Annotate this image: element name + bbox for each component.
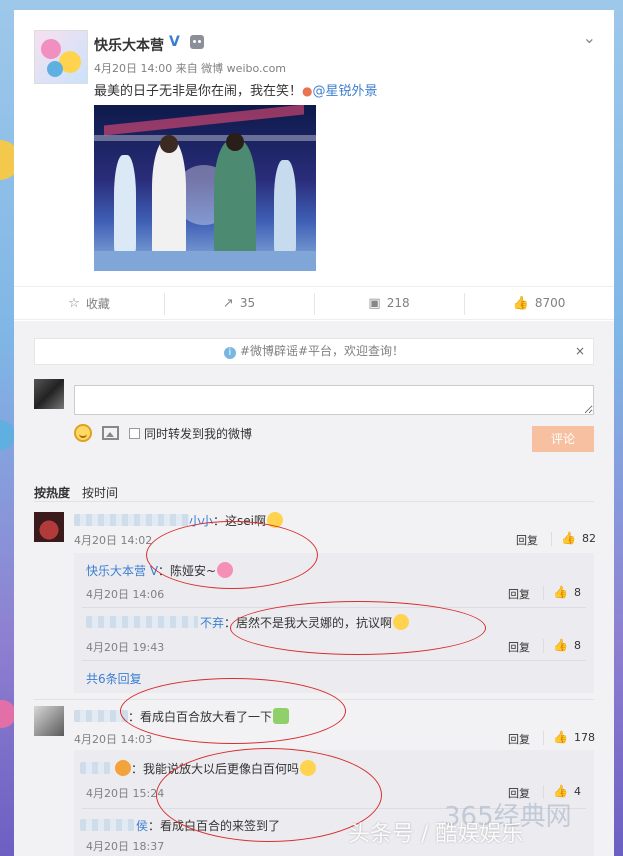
avatar <box>34 379 64 409</box>
more-replies-link[interactable]: 共6条回复 <box>86 670 142 687</box>
divider <box>82 660 586 661</box>
notice-text[interactable]: #微博辟谣#平台，欢迎查询！ <box>240 344 404 358</box>
like-button[interactable]: 👍 8700 <box>464 287 614 319</box>
weibo-post-card: 快乐大本营 V ⌄ 4月20日 14:00 来自 微博 weibo.com 最美… <box>14 10 614 856</box>
comment-like-button[interactable]: 👍 178 <box>553 730 595 744</box>
repost-checkbox[interactable] <box>129 427 140 439</box>
reply-date: 4月20日 18:37 <box>86 840 165 853</box>
background-decoration <box>0 420 15 450</box>
reply-date: 4月20日 15:24 <box>86 787 165 800</box>
like-count: 8700 <box>534 296 566 310</box>
tab-sort-hot[interactable]: 按热度 <box>34 484 70 501</box>
image-icon[interactable] <box>102 426 119 440</box>
share-icon: ↗ <box>222 295 234 311</box>
watermark: 头条号 / 酷娱娱乐 <box>348 822 524 847</box>
divider <box>34 501 594 502</box>
submit-comment-button[interactable]: 评论 <box>532 426 594 452</box>
comment-like-count: 82 <box>581 531 596 545</box>
avatar[interactable] <box>34 706 64 736</box>
reply-button[interactable]: 回复 <box>516 532 538 548</box>
tab-sort-time[interactable]: 按时间 <box>82 484 118 501</box>
info-icon: i <box>223 347 236 359</box>
chevron-down-icon[interactable]: ⌄ <box>583 28 596 47</box>
post-body: 最美的日子无非是你在闹，我在笑！ <box>94 84 303 99</box>
robot-icon <box>190 35 204 49</box>
post-author-name[interactable]: 快乐大本营 <box>94 35 164 55</box>
favorite-button[interactable]: ☆ 收藏 <box>14 287 164 319</box>
divider <box>543 586 544 600</box>
repost-checkbox-label: 同时转发到我的微博 <box>144 426 253 441</box>
reply-button[interactable]: 回复 <box>508 586 530 602</box>
blurred-username <box>80 819 134 831</box>
emoji-icon[interactable] <box>74 424 92 442</box>
repost-button[interactable]: ↗ 35 <box>164 287 314 319</box>
annotation-oval <box>230 601 486 655</box>
thumb-up-icon: 👍 <box>553 638 568 652</box>
favorite-label: 收藏 <box>85 296 110 311</box>
comment-icon: ▣ <box>368 295 381 311</box>
reply-author-name[interactable]: 侯 <box>136 819 148 833</box>
close-icon[interactable]: × <box>575 339 585 364</box>
account-avatar[interactable] <box>34 30 88 84</box>
reply-author-name[interactable]: 不弃 <box>200 616 224 630</box>
avatar[interactable] <box>34 512 64 542</box>
post-photo[interactable] <box>94 105 316 271</box>
post-time-source: 4月20日 14:00 来自 微博 weibo.com <box>94 62 287 75</box>
comment-date: 4月20日 14:03 <box>74 733 153 746</box>
comment-section: i #微博辟谣#平台，欢迎查询！ × 同时转发到我的微博 评论 按热度 按时间 小… <box>14 321 614 856</box>
repost-count: 35 <box>239 296 256 310</box>
comment-button[interactable]: ▣ 218 <box>314 287 464 319</box>
compose-toolbar: 同时转发到我的微博 <box>74 424 252 442</box>
rumor-notice: i #微博辟谣#平台，欢迎查询！ × <box>34 338 594 365</box>
verified-icon: V <box>169 34 180 50</box>
comment-like-count: 178 <box>573 730 595 744</box>
location-icon: ● <box>302 84 313 98</box>
avatar-emoji-icon <box>115 760 131 776</box>
reply-like-count: 4 <box>573 784 581 798</box>
reply-date: 4月20日 19:43 <box>86 641 165 654</box>
location-tag-link[interactable]: @星锐外景 <box>313 84 378 99</box>
blurred-username <box>80 762 110 774</box>
thumb-up-icon: 👍 <box>553 730 568 744</box>
reply-date: 4月20日 14:06 <box>86 588 165 601</box>
blurred-username <box>86 616 198 628</box>
reply-like-button[interactable]: 👍 8 <box>553 638 581 652</box>
star-icon: ☆ <box>68 295 80 311</box>
annotation-oval <box>120 678 346 744</box>
thumb-up-icon: 👍 <box>512 295 529 311</box>
reply-like-count: 8 <box>573 638 581 652</box>
post-action-bar: ☆ 收藏 ↗ 35 ▣ 218 👍 8700 <box>14 286 614 320</box>
thumb-up-icon: 👍 <box>561 531 576 545</box>
comment-like-button[interactable]: 👍 82 <box>561 531 596 545</box>
sort-tabs: 按热度 按时间 <box>34 484 130 501</box>
reply-author-name[interactable]: 快乐大本营 <box>86 564 146 578</box>
post-text: 最美的日子无非是你在闹，我在笑！●@星锐外景 <box>94 80 378 99</box>
comment-date: 4月20日 14:02 <box>74 534 153 547</box>
divider <box>543 731 544 745</box>
blurred-username <box>74 514 189 526</box>
annotation-oval <box>146 521 318 589</box>
comment-input[interactable] <box>74 385 594 415</box>
reply-button[interactable]: 回复 <box>508 731 530 747</box>
thumb-up-icon: 👍 <box>553 585 568 599</box>
divider <box>543 639 544 653</box>
reply-button[interactable]: 回复 <box>508 639 530 655</box>
divider <box>551 532 552 546</box>
comment-count: 218 <box>386 296 410 310</box>
reply-like-count: 8 <box>573 585 581 599</box>
reply-like-button[interactable]: 👍 8 <box>553 585 581 599</box>
